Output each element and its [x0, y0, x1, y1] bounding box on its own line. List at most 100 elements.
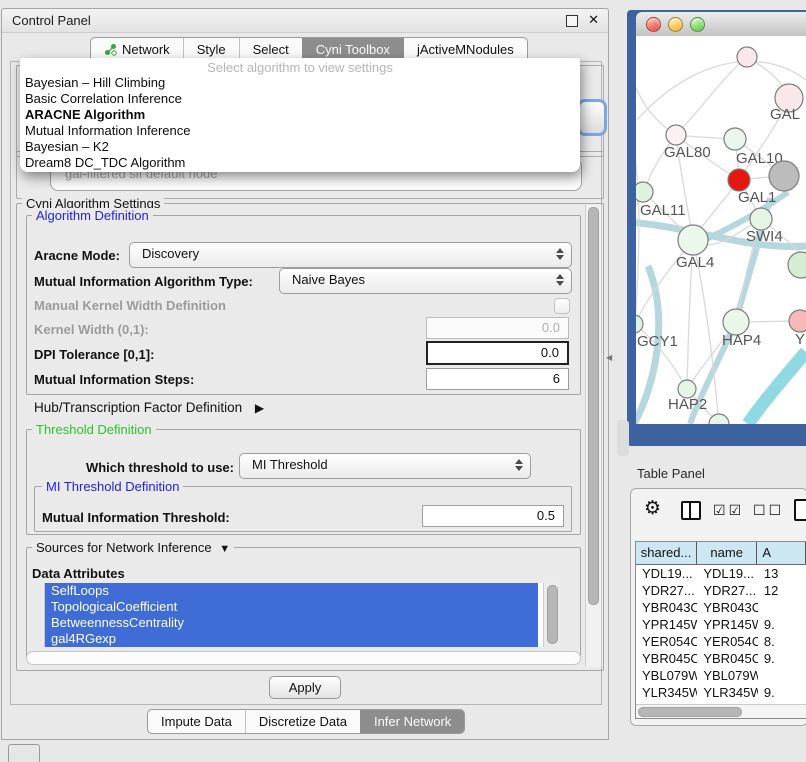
control-panel-titlebar[interactable]: Control Panel ✕	[2, 9, 608, 33]
network-node-swi4[interactable]	[750, 208, 772, 230]
table-row[interactable]: YDR27...YDR27...12	[636, 582, 806, 599]
apply-button[interactable]: Apply	[269, 676, 341, 699]
node-table: shared...nameA YDL19...YDL19...13YDR27..…	[635, 541, 806, 719]
table-row[interactable]: YLR345WYLR345W9.	[636, 684, 806, 701]
column-header[interactable]: shared...	[636, 542, 697, 564]
kernel-width-label: Kernel Width (0,1):	[34, 322, 149, 337]
network-window-titlebar[interactable]	[636, 12, 806, 37]
algorithm-definition-title: Algorithm Definition	[32, 208, 153, 223]
column-header[interactable]: A	[757, 542, 806, 564]
table-horizontal-scrollbar[interactable]	[636, 704, 806, 718]
network-node-gal80[interactable]	[666, 125, 686, 145]
deselect-all-checks-icon[interactable]: ☐☐	[753, 502, 784, 519]
bottom-tab-infer-network[interactable]: Infer Network	[360, 710, 464, 733]
dpi-tolerance-input[interactable]: 0.0	[426, 341, 569, 365]
algorithm-option[interactable]: ARACNE Algorithm	[20, 107, 580, 123]
algorithm-option[interactable]: Bayesian – K2	[20, 139, 580, 155]
checkbox-checked-icon: ☑	[713, 502, 729, 518]
hub-definition-header[interactable]: Hub/Transcription Factor Definition ▶	[34, 400, 264, 415]
table-panel-window: ⚙ ☑☑ ☐☐ shared...nameA YDL19...YDL19...1…	[630, 488, 806, 726]
mi-steps-input[interactable]: 6	[426, 368, 569, 390]
bottom-tab-discretize-data[interactable]: Discretize Data	[245, 710, 360, 733]
table-cell: 9.	[758, 650, 806, 667]
columns-icon[interactable]	[681, 501, 701, 520]
attributes-scrollbar[interactable]	[543, 583, 560, 647]
node-label: GAL4	[676, 254, 714, 271]
table-cell: YDL19...	[636, 565, 697, 582]
settings-scrollbar-thumb[interactable]	[588, 207, 599, 605]
bottom-tab-impute-data[interactable]: Impute Data	[148, 710, 245, 733]
algorithm-combobox-fragment[interactable]	[577, 99, 607, 136]
settings-horizontal-scrollbar[interactable]	[26, 651, 581, 665]
table-row[interactable]: YER054CYER054C8.	[636, 633, 806, 650]
spinner-icon	[515, 459, 523, 471]
network-icon	[104, 43, 117, 56]
table-row[interactable]: YBR045CYBR045C9.	[636, 650, 806, 667]
attributes-scrollbar-thumb[interactable]	[547, 585, 558, 644]
table-cell: YBR043C	[636, 599, 697, 616]
network-node-gal10[interactable]	[724, 128, 746, 150]
collapse-right-icon: ▶	[255, 401, 264, 415]
bottom-tab-label: Discretize Data	[259, 714, 347, 729]
attribute-item-selected[interactable]: TopologicalCoefficient	[45, 599, 538, 615]
manual-kernel-width-checkbox[interactable]	[554, 298, 570, 314]
sources-header[interactable]: Sources for Network Inference ▼	[32, 540, 234, 555]
mi-threshold-input[interactable]: 0.5	[422, 505, 564, 527]
bottom-tab-label: Impute Data	[161, 714, 232, 729]
mac-minimize-button[interactable]	[668, 17, 683, 32]
network-edge	[636, 130, 639, 324]
tab-label: Cyni Toolbox	[316, 42, 390, 57]
attribute-item-selected[interactable]: gal4RGexp	[45, 631, 538, 647]
table-cell: 13	[758, 565, 806, 582]
data-attributes-label: Data Attributes	[32, 566, 125, 581]
which-threshold-value: MI Threshold	[252, 457, 328, 472]
close-icon[interactable]: ✕	[588, 12, 599, 28]
mi-algorithm-type-combobox[interactable]: Naive Bayes	[279, 268, 572, 294]
panel-splitter-handle[interactable]	[617, 420, 629, 456]
algorithm-option[interactable]: Bayesian – Hill Climbing	[20, 75, 580, 91]
table-row[interactable]: YDL19...YDL19...13	[636, 565, 806, 582]
gear-icon[interactable]: ⚙	[644, 497, 661, 520]
algorithm-option[interactable]: Dream8 DC_TDC Algorithm	[20, 155, 580, 171]
settings-scrollbar[interactable]	[585, 205, 602, 667]
network-canvas[interactable]: GALGAL80GAL10GAL1GAL11SWI4GAL4GCY1HAP4YH…	[636, 36, 806, 424]
algorithm-dropdown-list: Bayesian – Hill ClimbingBasic Correlatio…	[20, 75, 580, 171]
kernel-width-input[interactable]: 0.0	[426, 317, 569, 339]
table-row[interactable]: YBR043CYBR043C	[636, 599, 806, 616]
table-row[interactable]: YPR145WYPR145W9.	[636, 616, 806, 633]
screen: Control Panel ✕ NetworkStyleSelectCyni T…	[0, 0, 806, 762]
network-node-y[interactable]	[789, 310, 806, 332]
new-column-icon[interactable]	[794, 499, 806, 521]
attribute-item-selected[interactable]: SelfLoops	[45, 583, 538, 599]
select-all-checks-icon[interactable]: ☑☑	[713, 502, 744, 519]
network-node[interactable]	[737, 47, 757, 67]
bottom-tab-label: Infer Network	[374, 714, 451, 729]
float-window-icon[interactable]	[566, 15, 578, 27]
splitter-collapse-icon[interactable]: ◀	[606, 353, 612, 362]
attribute-item-selected[interactable]: BetweennessCentrality	[45, 615, 538, 631]
network-node-gal4[interactable]	[678, 225, 708, 255]
network-node[interactable]	[788, 252, 806, 278]
algorithm-option[interactable]: Basic Correlation Inference	[20, 91, 580, 107]
data-attributes-list[interactable]: SelfLoopsTopologicalCoefficientBetweenne…	[44, 583, 560, 647]
mac-close-button[interactable]	[646, 17, 661, 32]
algorithm-option[interactable]: Mutual Information Inference	[20, 123, 580, 139]
column-header[interactable]: name	[697, 542, 757, 564]
node-table-body: YDL19...YDL19...13YDR27...YDR27...12YBR0…	[636, 565, 806, 718]
network-node[interactable]	[769, 161, 799, 191]
aracne-mode-label: Aracne Mode:	[34, 248, 120, 263]
hub-definition-label: Hub/Transcription Factor Definition	[34, 400, 242, 415]
which-threshold-combobox[interactable]: MI Threshold	[239, 453, 531, 479]
checkbox-unchecked-icon: ☐	[753, 502, 769, 518]
mac-zoom-button[interactable]	[690, 17, 705, 32]
network-node-gal11[interactable]	[636, 182, 653, 202]
manual-kernel-width-label: Manual Kernel Width Definition	[34, 298, 226, 313]
table-cell: 9.	[758, 616, 806, 633]
aracne-mode-combobox[interactable]: Discovery	[129, 242, 572, 268]
table-scrollbar-thumb[interactable]	[638, 707, 742, 717]
table-row[interactable]: YBL079WYBL079W	[636, 667, 806, 684]
minimized-panel-button[interactable]	[8, 744, 40, 762]
network-node-gal1[interactable]	[728, 169, 750, 191]
table-cell: YBR045C	[697, 650, 758, 667]
table-cell	[758, 599, 806, 616]
